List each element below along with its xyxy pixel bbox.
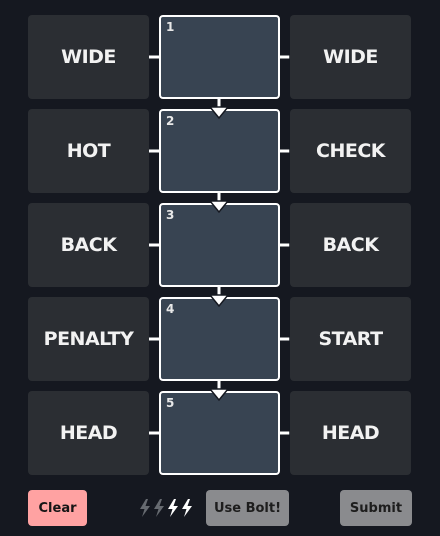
answer-slot[interactable]: 1 — [159, 15, 280, 99]
use-bolt-button[interactable]: Use Bolt! — [206, 490, 289, 526]
right-word-tile: CHECK — [290, 109, 411, 193]
bolt-counter — [139, 499, 195, 519]
right-word-tile: START — [290, 297, 411, 381]
puzzle-row: WIDE 1 WIDE — [0, 15, 440, 99]
right-word-tile: HEAD — [290, 391, 411, 475]
left-word-tile: WIDE — [28, 15, 149, 99]
arrow-down-icon — [208, 97, 230, 120]
game-board: WIDE 1 WIDE HOT 2 CHECK BACK 3 BACK PENALTY 4 START… — [0, 0, 440, 536]
right-word-tile: WIDE — [290, 15, 411, 99]
lightning-bolt-icon — [168, 499, 178, 517]
puzzle-row: BACK 3 BACK — [0, 203, 440, 287]
right-word-tile: BACK — [290, 203, 411, 287]
arrow-down-icon — [208, 285, 230, 308]
controls-bar: Clear Use Bolt! Submit — [0, 490, 440, 526]
slot-number: 3 — [166, 208, 175, 222]
answer-slot[interactable]: 5 — [159, 391, 280, 475]
answer-slot[interactable]: 2 — [159, 109, 280, 193]
arrow-down-icon — [208, 379, 230, 402]
slot-number: 2 — [166, 114, 175, 128]
left-word-tile: PENALTY — [28, 297, 149, 381]
puzzle-row: HOT 2 CHECK — [0, 109, 440, 193]
answer-slot[interactable]: 4 — [159, 297, 280, 381]
left-word-tile: HOT — [28, 109, 149, 193]
lightning-bolt-icon — [182, 499, 192, 517]
answer-slot[interactable]: 3 — [159, 203, 280, 287]
puzzle-row: HEAD 5 HEAD — [0, 391, 440, 475]
puzzle-row: PENALTY 4 START — [0, 297, 440, 381]
left-word-tile: HEAD — [28, 391, 149, 475]
lightning-bolt-icon — [154, 499, 164, 517]
slot-number: 5 — [166, 396, 175, 410]
slot-number: 4 — [166, 302, 175, 316]
lightning-bolt-icon — [140, 499, 150, 517]
submit-button[interactable]: Submit — [340, 490, 412, 526]
left-word-tile: BACK — [28, 203, 149, 287]
arrow-down-icon — [208, 191, 230, 214]
clear-button[interactable]: Clear — [28, 490, 87, 526]
slot-number: 1 — [166, 20, 175, 34]
